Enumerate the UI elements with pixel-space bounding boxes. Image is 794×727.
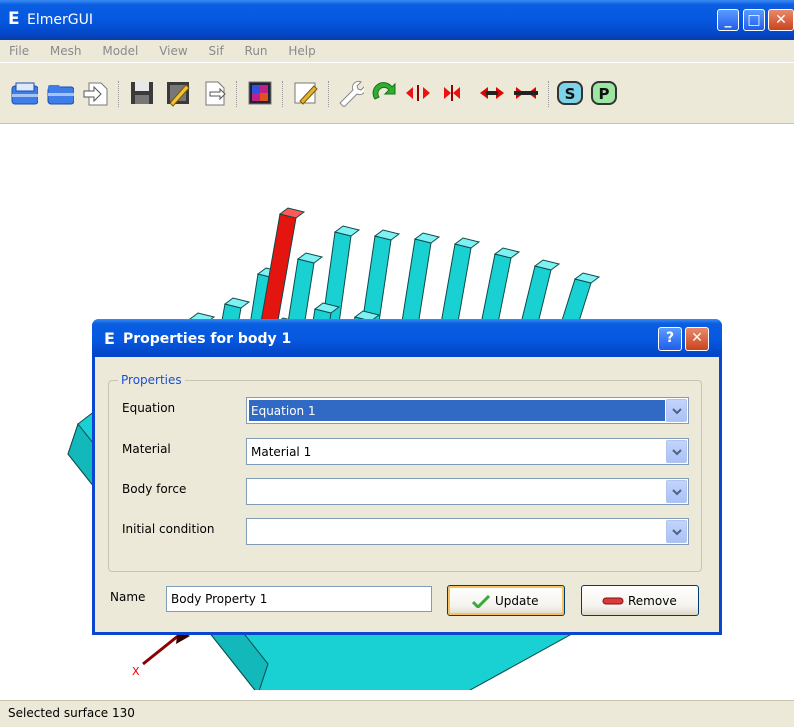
update-label: Update (495, 594, 539, 608)
menu-sif[interactable]: Sif (209, 40, 224, 62)
maximize-button[interactable]: □ (743, 9, 765, 31)
chevron-down-icon[interactable] (666, 520, 687, 543)
solver-s-icon[interactable]: S (556, 79, 584, 107)
chevron-down-icon[interactable] (666, 399, 687, 422)
equation-label: Equation (122, 401, 176, 415)
window-title-bar[interactable]: E ElmerGUI _ □ ✕ (0, 0, 794, 40)
menu-run[interactable]: Run (245, 40, 268, 62)
colormap-icon[interactable] (246, 79, 274, 107)
app-logo-icon: E (8, 9, 20, 29)
initial-condition-label: Initial condition (122, 522, 215, 536)
chevron-down-icon[interactable] (666, 440, 687, 463)
svg-text:P: P (599, 85, 610, 103)
menu-view[interactable]: View (159, 40, 187, 62)
save-icon[interactable] (128, 79, 156, 107)
status-bar: Selected surface 130 (0, 700, 794, 727)
toolbar: S P (0, 63, 794, 124)
open-icon[interactable] (46, 79, 75, 107)
close-button[interactable]: ✕ (768, 9, 794, 31)
name-label: Name (110, 590, 146, 604)
chevron-down-icon[interactable] (666, 480, 687, 503)
checkmark-icon (472, 595, 490, 608)
minimize-icon: _ (724, 12, 732, 28)
divide-surface-icon[interactable] (404, 79, 432, 107)
dialog-title-bar[interactable]: E Properties for body 1 ? ✕ (92, 319, 722, 357)
dialog-app-icon: E (104, 329, 115, 348)
menu-mesh[interactable]: Mesh (50, 40, 82, 62)
close-icon: ✕ (775, 12, 787, 28)
export-icon[interactable] (200, 79, 228, 107)
remove-button[interactable]: Remove (581, 585, 699, 616)
remove-icon (602, 597, 624, 605)
new-icon[interactable] (10, 79, 39, 107)
unify-edge-icon[interactable] (512, 79, 540, 107)
dialog-title: Properties for body 1 (123, 331, 292, 347)
window-title: ElmerGUI (27, 12, 93, 28)
postprocessor-p-icon[interactable]: P (590, 79, 618, 107)
edit-icon[interactable] (164, 79, 192, 107)
dialog-close-button[interactable]: ✕ (685, 327, 709, 351)
menu-model[interactable]: Model (102, 40, 138, 62)
refresh-icon[interactable] (370, 79, 398, 107)
name-field[interactable]: Body Property 1 (166, 586, 432, 612)
close-icon: ✕ (691, 330, 703, 346)
properties-dialog: E Properties for body 1 ? ✕ Properties E… (92, 319, 722, 635)
equation-select[interactable]: Equation 1 (246, 397, 689, 424)
divide-edge-icon[interactable] (478, 79, 506, 107)
sif-edit-icon[interactable] (292, 79, 320, 107)
material-label: Material (122, 442, 171, 456)
material-value: Material 1 (251, 445, 312, 459)
body-force-label: Body force (122, 482, 187, 496)
svg-text:S: S (565, 85, 576, 103)
help-button[interactable]: ? (658, 327, 682, 351)
menu-help[interactable]: Help (288, 40, 315, 62)
update-button[interactable]: Update (447, 585, 565, 616)
initial-condition-select[interactable] (246, 518, 689, 545)
menu-bar: File Mesh Model View Sif Run Help (0, 40, 794, 63)
tools-wrench-icon[interactable] (336, 79, 367, 108)
help-icon: ? (665, 330, 675, 346)
unify-surface-icon[interactable] (438, 79, 466, 107)
status-text: Selected surface 130 (8, 706, 135, 720)
minimize-button[interactable]: _ (717, 9, 739, 31)
material-select[interactable]: Material 1 (246, 438, 689, 465)
menu-file[interactable]: File (9, 40, 29, 62)
maximize-icon: □ (747, 12, 761, 28)
load-icon[interactable] (82, 79, 110, 107)
axis-x-label: X (132, 665, 140, 678)
equation-value: Equation 1 (251, 404, 316, 418)
body-force-select[interactable] (246, 478, 689, 505)
properties-group-label: Properties (118, 373, 185, 387)
remove-label: Remove (628, 594, 677, 608)
name-value: Body Property 1 (171, 592, 268, 606)
